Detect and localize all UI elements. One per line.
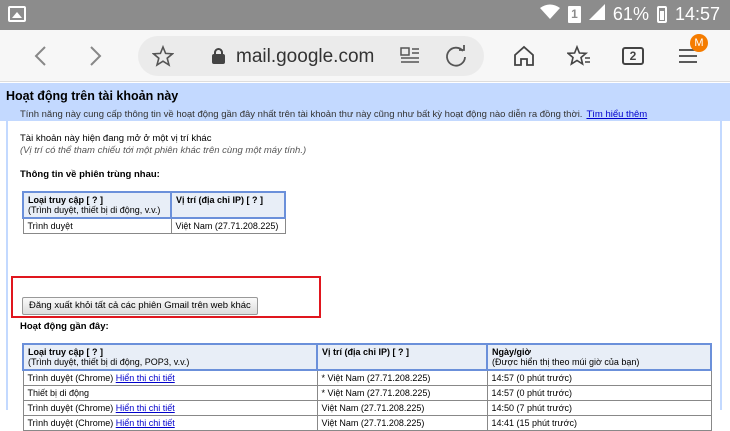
- browser-toolbar: mail.google.com 2 M: [0, 30, 730, 82]
- battery-icon: [656, 6, 667, 23]
- table-row: Thiết bị di động * Việt Nam (27.71.208.2…: [22, 385, 712, 401]
- table-row: Trình duyệt (Chrome) Hiển thị chi tiết V…: [22, 415, 712, 431]
- menu-button[interactable]: M: [672, 34, 708, 72]
- activity-content: Tài khoản này hiện đang mở ở một vị trí …: [6, 121, 722, 431]
- location-note: (Vị trí có thể tham chiếu tới một phiên …: [20, 145, 307, 156]
- cell-access: Trình duyệt (Chrome) Hiển thị chi tiết: [22, 415, 318, 431]
- header-location: Vị trí (địa chỉ IP) [ ? ]: [170, 191, 286, 219]
- cell-location: Việt Nam (27.71.208.225): [316, 415, 488, 431]
- wifi-icon: [539, 4, 560, 25]
- header-access-type: Loại truy cập [ ? ] (Trình duyệt, thiết …: [22, 191, 172, 219]
- concurrent-sessions-table: Loại truy cập [ ? ] (Trình duyệt, thiết …: [22, 191, 286, 234]
- recent-activity-heading: Hoạt động gần đây:: [20, 321, 109, 332]
- gmail-activity-page: Hoạt động trên tài khoản này Tính năng n…: [0, 83, 730, 431]
- battery-percent: 61%: [612, 4, 649, 24]
- show-details-link[interactable]: Hiển thị chi tiết: [116, 418, 175, 428]
- status-icons: 1 61% 14:57: [539, 4, 720, 25]
- back-button[interactable]: [24, 40, 56, 72]
- cell-access: Thiết bị di động: [22, 385, 318, 401]
- home-button[interactable]: [508, 40, 540, 72]
- cell-location: Việt Nam (27.71.208.225): [170, 217, 286, 234]
- table-header-row: Loại truy cập [ ? ] (Trình duyệt, thiết …: [22, 343, 712, 371]
- chevron-left-icon: [34, 46, 46, 66]
- page-title: Hoạt động trên tài khoản này: [6, 89, 179, 103]
- table-row: Trình duyệt (Chrome) Hiển thị chi tiết V…: [22, 400, 712, 416]
- cell-access: Trình duyệt: [22, 217, 172, 234]
- url-text: mail.google.com: [236, 46, 375, 67]
- tab-count: 2: [622, 47, 644, 65]
- bookmarks-icon: [567, 45, 590, 66]
- recent-activity-table: Loại truy cập [ ? ] (Trình duyệt, thiết …: [22, 343, 712, 431]
- lock-icon: [212, 48, 225, 64]
- learn-more-link[interactable]: Tìm hiểu thêm: [586, 109, 647, 120]
- cell-location: * Việt Nam (27.71.208.225): [316, 385, 488, 401]
- header-date-time: Ngày/giờ (Được hiển thị theo múi giờ của…: [486, 343, 712, 371]
- cell-time: 14:41 (15 phút trước): [486, 415, 712, 431]
- chevron-right-icon: [90, 46, 102, 66]
- sign-out-all-sessions-button[interactable]: Đăng xuất khỏi tất cả các phiên Gmail tr…: [22, 297, 258, 315]
- cell-time: 14:57 (0 phút trước): [486, 369, 712, 386]
- show-details-link[interactable]: Hiển thị chi tiết: [116, 403, 175, 413]
- table-header-row: Loại truy cập [ ? ] (Trình duyệt, thiết …: [22, 191, 286, 219]
- cell-location: Việt Nam (27.71.208.225): [316, 400, 488, 416]
- page-description: Tính năng này cung cấp thông tin về hoạt…: [20, 109, 648, 120]
- table-row: Trình duyệt (Chrome) Hiển thị chi tiết *…: [22, 369, 712, 386]
- cell-time: 14:57 (0 phút trước): [486, 385, 712, 401]
- sim-icon: 1: [567, 6, 581, 23]
- menu-notification-badge: M: [690, 34, 708, 52]
- header-access-type: Loại truy cập [ ? ] (Trình duyệt, thiết …: [22, 343, 318, 371]
- header-location: Vị trí (địa chỉ IP) [ ? ]: [316, 343, 488, 371]
- cell-location: * Việt Nam (27.71.208.225): [316, 369, 488, 386]
- open-elsewhere-text: Tài khoản này hiện đang mở ở một vị trí …: [20, 133, 212, 144]
- show-details-link[interactable]: Hiển thị chi tiết: [116, 373, 175, 383]
- reload-icon[interactable]: [444, 44, 468, 73]
- cell-time: 14:50 (7 phút trước): [486, 400, 712, 416]
- concurrent-sessions-heading: Thông tin về phiên trùng nhau:: [20, 169, 160, 180]
- forward-button[interactable]: [80, 40, 112, 72]
- cell-access: Trình duyệt (Chrome) Hiển thị chi tiết: [22, 400, 318, 416]
- activity-header: Hoạt động trên tài khoản này Tính năng n…: [0, 83, 730, 121]
- table-row: Trình duyệt Việt Nam (27.71.208.225): [22, 217, 286, 234]
- clock: 14:57: [674, 4, 720, 24]
- gallery-notification-icon: [8, 6, 26, 22]
- cell-access: Trình duyệt (Chrome) Hiển thị chi tiết: [22, 369, 318, 386]
- reader-mode-icon[interactable]: [400, 46, 420, 71]
- signal-icon: [588, 4, 605, 25]
- bookmarks-button[interactable]: [563, 40, 595, 72]
- status-bar: 1 61% 14:57: [0, 0, 730, 30]
- bookmark-star-icon[interactable]: [151, 44, 175, 72]
- home-icon: [514, 45, 534, 66]
- tabs-button[interactable]: 2: [617, 40, 649, 72]
- address-bar[interactable]: mail.google.com: [138, 36, 484, 76]
